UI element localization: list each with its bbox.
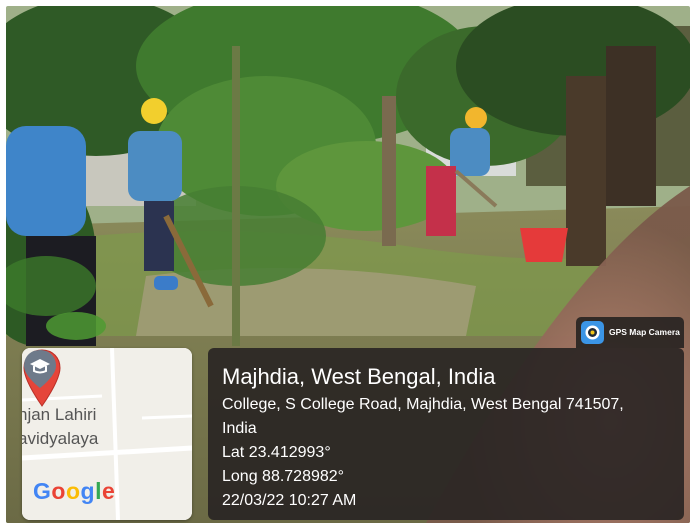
location-title: Majhdia, West Bengal, India [222, 364, 496, 389]
badge-label: GPS Map Camera [609, 327, 680, 337]
map-inset[interactable]: njan Lahiri avidyalaya Google [22, 348, 192, 520]
gps-map-camera-badge: GPS Map Camera [576, 317, 684, 348]
graduation-cap-icon [24, 350, 56, 388]
photo-frame: njan Lahiri avidyalaya Google GPS Map Ca… [0, 0, 696, 529]
latitude: Lat 23.412993° [222, 444, 331, 461]
gps-camera-app-icon [581, 321, 604, 344]
map-place-label-line2: avidyalaya [22, 429, 99, 448]
timestamp: 22/03/22 10:27 AM [222, 492, 357, 509]
address-line-1: College, S College Road, Majhdia, West B… [222, 396, 624, 413]
geotagged-photo: njan Lahiri avidyalaya Google GPS Map Ca… [6, 6, 690, 523]
red-basket [520, 228, 568, 262]
map-place-label-line1: njan Lahiri [22, 405, 97, 424]
address-line-2: India [222, 420, 257, 437]
location-info-panel: Majhdia, West Bengal, India College, S C… [208, 348, 684, 520]
longitude: Long 88.728982° [222, 468, 345, 485]
google-logo: Google [33, 478, 116, 504]
